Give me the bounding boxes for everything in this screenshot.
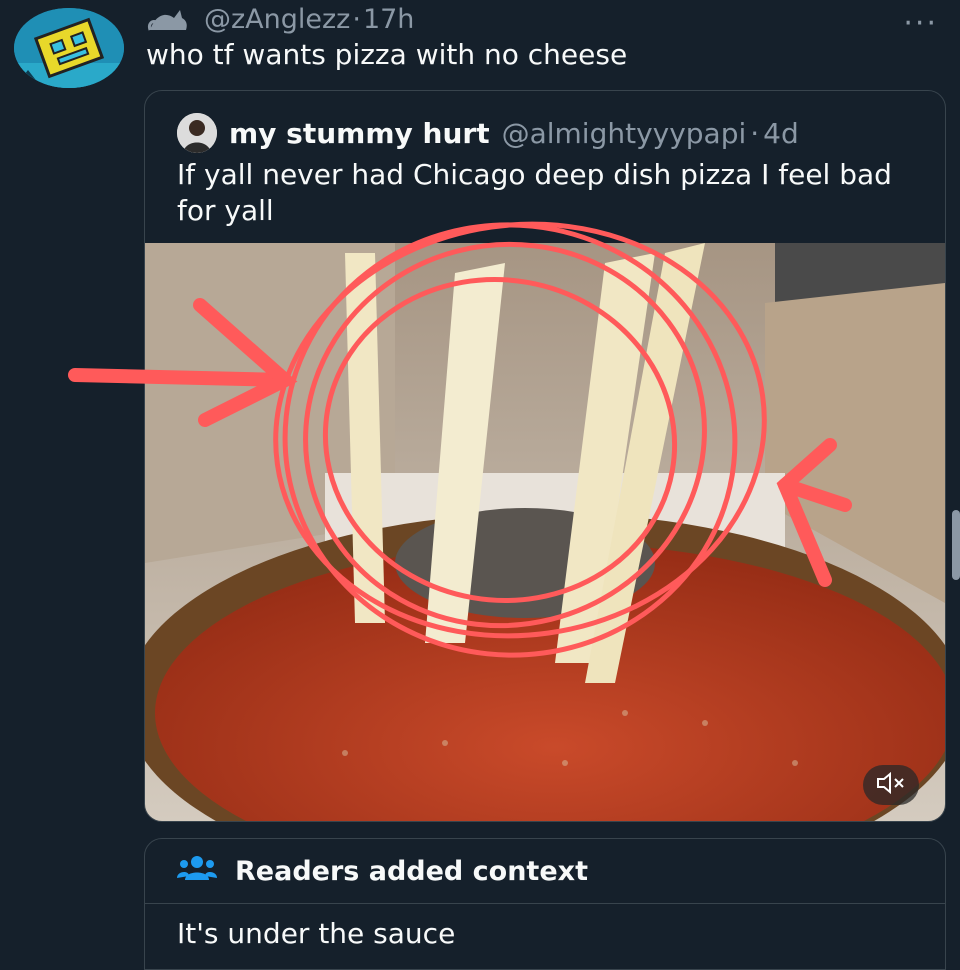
cat-icon [146,4,194,34]
people-icon [177,854,217,889]
quote-handle[interactable]: @almightyyypapi [502,117,747,150]
user-avatar[interactable] [14,8,124,88]
quote-time[interactable]: 4d [763,117,799,150]
pizza-video-frame [145,243,945,821]
quote-header: my stummy hurt @almightyyypapi · 4d [177,113,799,153]
quoted-tweet[interactable]: my stummy hurt @almightyyypapi · 4d If y… [144,90,946,822]
tweet-header: @zAnglezz · 17h [146,2,414,36]
tweet-separator: · [352,3,361,35]
quote-text: If yall never had Chicago deep dish pizz… [177,158,892,227]
scrollbar-thumb[interactable] [952,510,960,580]
speaker-muted-icon [876,771,906,798]
context-header: Readers added context [177,851,588,891]
quote-display-name[interactable]: my stummy hurt [229,117,490,150]
tweet-text: who tf wants pizza with no cheese [146,38,628,71]
quote-separator: · [750,116,760,150]
tweet-handle[interactable]: @zAnglezz [204,4,350,35]
mute-button[interactable] [863,765,919,805]
video-media[interactable] [145,243,945,821]
context-body: It's under the sauce [177,917,456,950]
community-notes-card[interactable]: Readers added context It's under the sau… [144,838,946,970]
context-heading: Readers added context [235,855,588,887]
divider [145,903,945,904]
tweet-time[interactable]: 17h [363,4,414,35]
more-horizontal-icon[interactable]: ··· [903,6,938,41]
quote-avatar[interactable] [177,113,217,153]
